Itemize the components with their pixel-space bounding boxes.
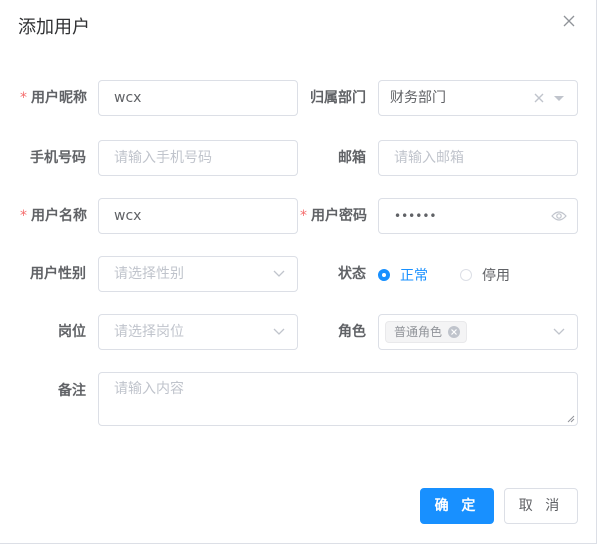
sex-placeholder: 请选择性别	[114, 266, 184, 282]
email-placeholder: 请输入邮箱	[394, 150, 464, 166]
sex-label: 用户性别	[30, 266, 86, 282]
role-select[interactable]: 普通角色	[378, 314, 578, 350]
add-user-dialog: 添加用户 * 用户昵称 wcx 归属部门 财务部门 手机号码 请输入手机号码 邮箱…	[0, 0, 597, 544]
email-input[interactable]: 请输入邮箱	[378, 140, 578, 176]
nick-name-value: wcx	[114, 90, 142, 106]
close-icon[interactable]	[562, 14, 576, 28]
clear-icon[interactable]	[533, 92, 545, 104]
password-label: * 用户密码	[300, 208, 367, 224]
radio-dot	[378, 269, 390, 281]
remark-textarea[interactable]: 请输入内容	[98, 372, 578, 426]
required-mark: *	[300, 208, 307, 224]
status-label: 状态	[338, 266, 366, 282]
user-name-label: * 用户名称	[20, 208, 87, 224]
confirm-button[interactable]: 确 定	[420, 488, 494, 524]
post-placeholder: 请选择岗位	[114, 324, 184, 340]
password-value: ••••••	[394, 209, 437, 223]
sex-select[interactable]: 请选择性别	[98, 256, 298, 292]
password-input[interactable]: ••••••	[378, 198, 578, 234]
status-radio-normal[interactable]: 正常	[378, 265, 428, 285]
post-label: 岗位	[58, 324, 86, 340]
chevron-down-icon	[553, 328, 565, 335]
chevron-down-icon	[273, 328, 285, 335]
dept-value: 财务部门	[390, 90, 446, 106]
caret-down-icon	[554, 96, 564, 101]
dialog-title: 添加用户	[18, 17, 90, 38]
phone-placeholder: 请输入手机号码	[114, 150, 212, 166]
dept-select[interactable]: 财务部门	[378, 80, 578, 116]
role-tag-label: 普通角色	[394, 325, 443, 339]
radio-dot	[460, 269, 472, 281]
eye-icon[interactable]	[551, 210, 567, 222]
nick-name-label: * 用户昵称	[20, 90, 87, 106]
required-mark: *	[20, 90, 27, 106]
email-label: 邮箱	[338, 150, 366, 166]
status-option-disabled: 停用	[482, 268, 510, 284]
user-name-input[interactable]: wcx	[98, 198, 298, 234]
chevron-down-icon	[273, 270, 285, 277]
status-option-normal: 正常	[400, 268, 428, 284]
phone-label: 手机号码	[30, 150, 86, 166]
remark-label: 备注	[58, 383, 86, 399]
tag-close-icon[interactable]	[448, 326, 461, 338]
status-radio-disabled[interactable]: 停用	[460, 265, 510, 285]
remark-placeholder: 请输入内容	[114, 381, 184, 397]
role-tag: 普通角色	[385, 321, 468, 343]
role-label: 角色	[338, 324, 366, 340]
cancel-button[interactable]: 取 消	[504, 488, 578, 524]
phone-input[interactable]: 请输入手机号码	[98, 140, 298, 176]
post-select[interactable]: 请选择岗位	[98, 314, 298, 350]
dept-label: 归属部门	[310, 90, 366, 106]
resize-handle-icon[interactable]	[567, 415, 575, 423]
user-name-value: wcx	[114, 208, 142, 224]
required-mark: *	[20, 208, 27, 224]
nick-name-input[interactable]: wcx	[98, 80, 298, 116]
